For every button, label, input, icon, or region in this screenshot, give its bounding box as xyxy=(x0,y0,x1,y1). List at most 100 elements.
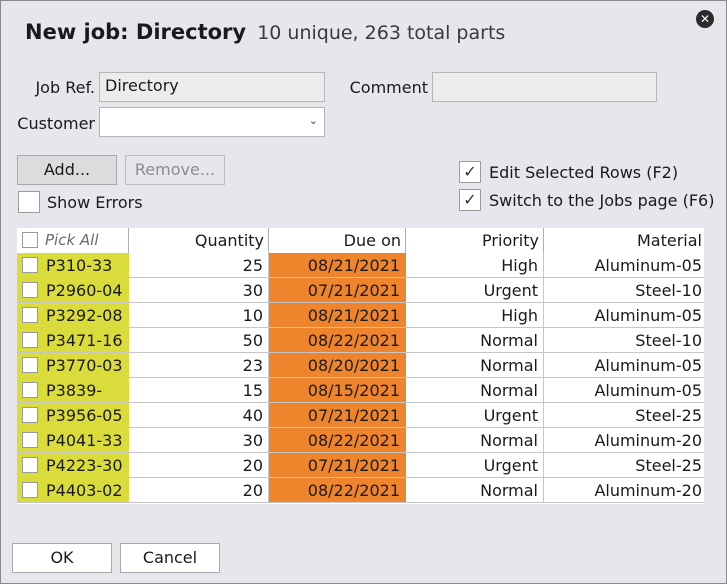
pick-all-checkbox[interactable] xyxy=(22,232,38,248)
part-cell[interactable]: P4223-30 xyxy=(17,453,129,478)
material-cell[interactable]: Steel-10 xyxy=(544,278,704,303)
row-checkbox[interactable] xyxy=(22,482,38,498)
priority-header[interactable]: Priority xyxy=(406,228,544,253)
switch-jobs-checkbox[interactable]: ✓ xyxy=(459,189,481,211)
comment-input[interactable] xyxy=(432,72,657,102)
table-row[interactable]: P310-33 25 08/21/2021 High Aluminum-05 xyxy=(17,253,704,278)
priority-cell[interactable]: Normal xyxy=(406,353,544,378)
switch-jobs-label: Switch to the Jobs page (F6) xyxy=(489,191,715,210)
dialog-title-summary: 10 unique, 263 total parts xyxy=(257,22,506,44)
part-number: P4403-02 xyxy=(46,481,123,500)
table-row[interactable]: P3839-1421508/15/2021NormalAluminum-05 xyxy=(17,378,704,425)
material-cell[interactable]: Aluminum-05 xyxy=(544,378,704,403)
row-checkbox[interactable] xyxy=(22,382,38,398)
chevron-down-icon: ⌄ xyxy=(308,114,318,127)
part-cell[interactable]: P4403-02 xyxy=(17,478,129,503)
row-checkbox[interactable] xyxy=(22,332,38,348)
part-number: P3292-08 xyxy=(46,306,123,325)
row-checkbox[interactable] xyxy=(22,407,38,423)
material-cell[interactable]: Steel-25 xyxy=(544,453,704,478)
table-row[interactable]: P4041-33 30 08/22/2021 Normal Aluminum-20 xyxy=(17,428,704,453)
material-cell[interactable]: Aluminum-20 xyxy=(544,478,704,503)
quantity-cell[interactable]: 20 xyxy=(129,453,269,478)
due-date-cell[interactable]: 07/21/2021 xyxy=(269,278,406,303)
part-cell[interactable]: P2960-04 xyxy=(17,278,129,303)
table-row[interactable]: P3770-03 23 08/20/2021 Normal Aluminum-05 xyxy=(17,353,704,378)
quantity-cell[interactable]: 10 xyxy=(129,303,269,328)
remove-button[interactable]: Remove... xyxy=(125,155,225,185)
table-row[interactable]: P3292-08 10 08/21/2021 High Aluminum-05 xyxy=(17,303,704,328)
material-cell[interactable]: Aluminum-05 xyxy=(544,253,704,278)
priority-cell[interactable]: Normal xyxy=(406,428,544,453)
table-row[interactable]: P2960-04 30 07/21/2021 Urgent Steel-10 xyxy=(17,278,704,303)
cancel-button[interactable]: Cancel xyxy=(120,543,220,573)
due-date-cell[interactable]: 07/21/2021 xyxy=(269,453,406,478)
part-number: P4223-30 xyxy=(46,456,123,475)
add-button[interactable]: Add... xyxy=(17,155,117,185)
part-cell[interactable]: P4041-33 xyxy=(17,428,129,453)
row-checkbox[interactable] xyxy=(22,357,38,373)
priority-cell[interactable]: High xyxy=(406,253,544,278)
priority-cell[interactable]: Urgent xyxy=(406,278,544,303)
due-date-cell[interactable]: 08/15/2021 xyxy=(269,378,406,403)
quantity-cell[interactable]: 15 xyxy=(129,378,269,403)
close-icon[interactable]: ✕ xyxy=(696,10,714,28)
table-row[interactable]: P3956-05 40 07/21/2021 Urgent Steel-25 xyxy=(17,403,704,428)
priority-cell[interactable]: High xyxy=(406,303,544,328)
quantity-cell[interactable]: 40 xyxy=(129,403,269,428)
material-header[interactable]: Material xyxy=(544,228,704,253)
part-cell[interactable]: P3471-16 xyxy=(17,328,129,353)
column-divider xyxy=(543,253,544,503)
show-errors-checkbox[interactable] xyxy=(18,191,40,213)
column-divider xyxy=(268,253,269,503)
material-cell[interactable]: Steel-25 xyxy=(544,403,704,428)
quantity-cell[interactable]: 50 xyxy=(129,328,269,353)
due-date-cell[interactable]: 08/20/2021 xyxy=(269,353,406,378)
part-cell[interactable]: P310-33 xyxy=(17,253,129,278)
part-number: P4041-33 xyxy=(46,431,123,450)
row-checkbox[interactable] xyxy=(22,307,38,323)
quantity-cell[interactable]: 30 xyxy=(129,278,269,303)
priority-cell[interactable]: Urgent xyxy=(406,453,544,478)
material-cell[interactable]: Steel-10 xyxy=(544,328,704,353)
job-ref-input[interactable]: Directory xyxy=(99,72,325,102)
priority-cell[interactable]: Normal xyxy=(406,328,544,353)
edit-selected-checkbox[interactable]: ✓ xyxy=(459,161,481,183)
part-number: P3770-03 xyxy=(46,356,123,375)
due-on-header[interactable]: Due on xyxy=(269,228,406,253)
row-checkbox[interactable] xyxy=(22,257,38,273)
due-date-cell[interactable]: 07/21/2021 xyxy=(269,403,406,428)
material-cell[interactable]: Aluminum-05 xyxy=(544,303,704,328)
table-row[interactable]: P3471-16 50 08/22/2021 Normal Steel-10 xyxy=(17,328,704,353)
due-date-cell[interactable]: 08/22/2021 xyxy=(269,428,406,453)
due-date-cell[interactable]: 08/22/2021 xyxy=(269,478,406,503)
pick-all-header[interactable]: Pick All (F5) xyxy=(17,228,129,274)
quantity-header[interactable]: Quantity xyxy=(129,228,269,253)
priority-cell[interactable]: Urgent xyxy=(406,403,544,428)
part-number: P3956-05 xyxy=(46,406,123,425)
comment-label: Comment xyxy=(349,78,428,97)
quantity-cell[interactable]: 23 xyxy=(129,353,269,378)
quantity-cell[interactable]: 20 xyxy=(129,478,269,503)
part-cell[interactable]: P3839-142 xyxy=(17,378,129,425)
due-date-cell[interactable]: 08/21/2021 xyxy=(269,303,406,328)
due-date-cell[interactable]: 08/21/2021 xyxy=(269,253,406,278)
row-checkbox[interactable] xyxy=(22,282,38,298)
ok-button[interactable]: OK xyxy=(12,543,112,573)
table-row[interactable]: P4223-30 20 07/21/2021 Urgent Steel-25 xyxy=(17,453,704,478)
quantity-cell[interactable]: 25 xyxy=(129,253,269,278)
priority-cell[interactable]: Normal xyxy=(406,378,544,403)
due-date-cell[interactable]: 08/22/2021 xyxy=(269,328,406,353)
part-number: P310-33 xyxy=(46,256,113,275)
part-cell[interactable]: P3292-08 xyxy=(17,303,129,328)
row-checkbox[interactable] xyxy=(22,432,38,448)
quantity-cell[interactable]: 30 xyxy=(129,428,269,453)
row-checkbox[interactable] xyxy=(22,457,38,473)
material-cell[interactable]: Aluminum-05 xyxy=(544,353,704,378)
customer-select[interactable]: ⌄ xyxy=(99,107,325,137)
part-cell[interactable]: P3770-03 xyxy=(17,353,129,378)
part-cell[interactable]: P3956-05 xyxy=(17,403,129,428)
material-cell[interactable]: Aluminum-20 xyxy=(544,428,704,453)
priority-cell[interactable]: Normal xyxy=(406,478,544,503)
table-row[interactable]: P4403-02 20 08/22/2021 Normal Aluminum-20 xyxy=(17,478,704,503)
